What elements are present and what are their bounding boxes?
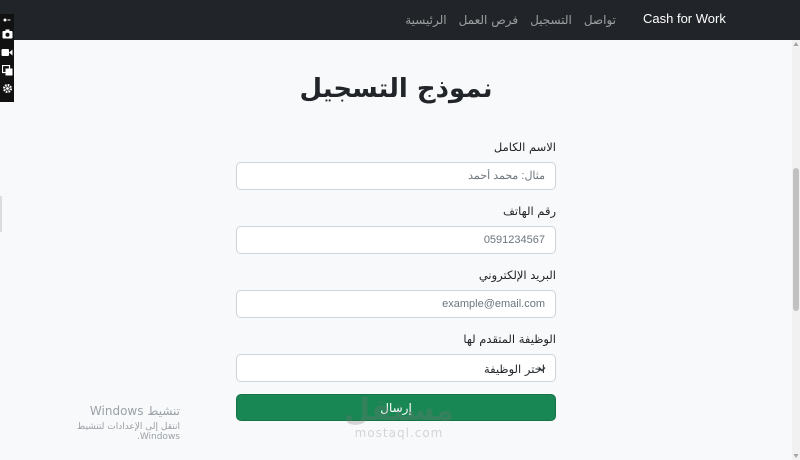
vertical-scrollbar[interactable] [792,40,800,460]
full-name-input[interactable] [236,162,556,190]
scrollbar-thumb[interactable] [793,168,799,311]
recording-toolbar [0,14,14,102]
extension-icon[interactable] [0,15,14,25]
gear-icon[interactable] [0,79,14,97]
windows-activation-title: تنشيط Windows [89,404,180,418]
phone-input[interactable] [236,226,556,254]
scroll-up-arrow-icon[interactable] [793,41,799,47]
windows-icon[interactable] [0,61,14,79]
job-select-value: اختر الوظيفة [483,362,545,376]
nav-link-register[interactable]: التسجيل [530,13,572,27]
windows-activation-subtitle: انتقل إلى الإعدادات لتنشيط Windows. [76,422,180,442]
phone-label: رقم الهاتف [503,204,556,218]
page-title: نموذج التسجيل [299,74,493,104]
nav-link-home[interactable]: الرئيسية [405,13,446,27]
email-label: البريد الإلكتروني [478,268,556,282]
camera-icon[interactable] [0,25,14,43]
video-icon[interactable] [0,43,14,61]
job-select[interactable]: اختر الوظيفة [236,354,556,382]
watermark-arabic: مستقل [344,393,454,428]
site-watermark: مستقل mostaql.com [340,393,458,441]
page-edge-divider [0,196,2,232]
email-input[interactable] [236,290,556,318]
job-label: الوظيفة المتقدم لها [463,332,556,346]
nav-link-jobs[interactable]: فرص العمل [459,13,518,27]
scroll-down-arrow-icon[interactable] [793,453,799,459]
nav-links: الرئيسية فرص العمل التسجيل تواصل [405,0,616,40]
watermark-latin: mostaql.com [354,426,444,440]
brand-logo-text[interactable]: Cash for Work [643,11,726,26]
nav-link-contact[interactable]: تواصل [584,13,616,27]
windows-activation-notice: تنشيط Windows انتقل إلى الإعدادات لتنشيط… [38,404,180,442]
top-navbar: الرئيسية فرص العمل التسجيل تواصل Cash fo… [0,0,800,40]
full-name-label: الاسم الكامل [493,140,556,154]
chevron-down-icon [538,366,546,372]
